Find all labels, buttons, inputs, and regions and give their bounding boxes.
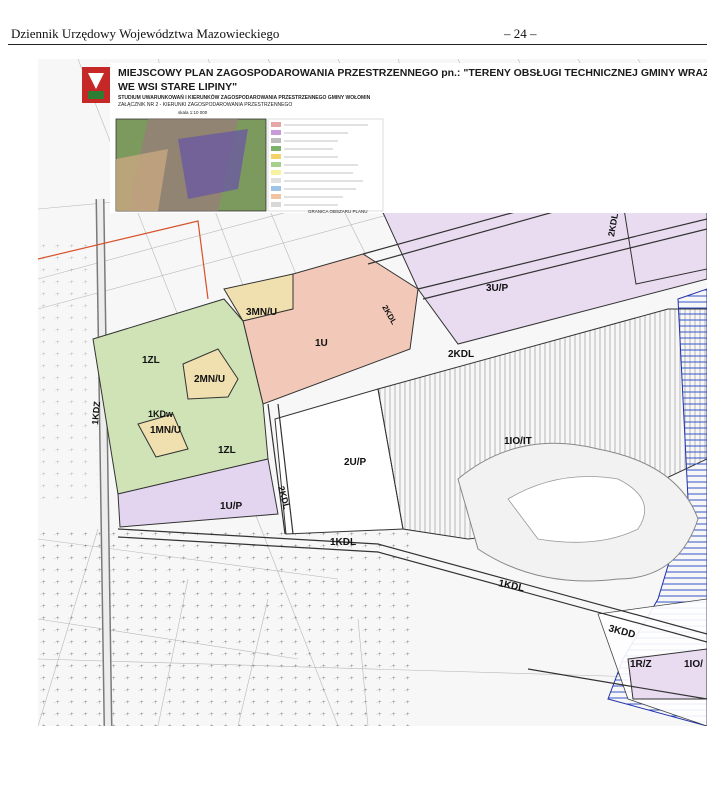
zone-label-1zl-a: 1ZL — [142, 355, 160, 366]
zone-label-1rz: 1R/Z — [630, 659, 652, 670]
zone-label-1mnu: 1MN/U — [150, 425, 181, 436]
zone-label-2mnu: 2MN/U — [194, 374, 225, 385]
legend-swatches — [271, 122, 281, 207]
map-attachment: ZAŁĄCZNIK NR 2 - KIERUNKI ZAGOSPODAROWAN… — [118, 102, 292, 108]
zone-label-3up: 3U/P — [486, 283, 509, 294]
zoning-map: ·+ — [38, 59, 707, 726]
journal-title: Dziennik Urzędowy Województwa Mazowiecki… — [11, 26, 280, 41]
map-scale: skala 1:10 000 — [178, 110, 208, 115]
road-label-1kdz: 1KDZ — [90, 400, 102, 425]
page-number: – 24 – — [504, 26, 537, 41]
legend-footer: GRANICA OBSZARU PLANU — [308, 209, 368, 214]
zone-label-1zl-b: 1ZL — [218, 445, 236, 456]
zone-label-3mnu: 3MN/U — [246, 307, 277, 318]
zone-label-1u: 1U — [315, 338, 328, 349]
map-title-line2: WE WSI STARE LIPINY" — [118, 81, 237, 93]
map-subtitle: STUDIUM UWARUNKOWAŃ I KIERUNKÓW ZAGOSPOD… — [118, 93, 371, 101]
header-rule — [8, 44, 707, 45]
page-header: Dziennik Urzędowy Województwa Mazowiecki… — [0, 0, 707, 50]
zone-label-1kdw: 1KDw — [148, 409, 174, 419]
legend-panel: MIEJSCOWY PLAN ZAGOSPODAROWANIA PRZESTRZ… — [82, 63, 707, 214]
road-label-1kdl: 1KDL — [330, 537, 356, 548]
zone-label-1ioit: 1IO/IT — [504, 436, 532, 447]
zone-label-2up: 2U/P — [344, 457, 367, 468]
map-title-line1: MIEJSCOWY PLAN ZAGOSPODAROWANIA PRZESTRZ… — [118, 67, 707, 79]
zone-label-1io-edge: 1IO/ — [684, 659, 703, 670]
road-label-2kdl-a: 2KDL — [448, 349, 474, 360]
zone-label-1up: 1U/P — [220, 501, 243, 512]
